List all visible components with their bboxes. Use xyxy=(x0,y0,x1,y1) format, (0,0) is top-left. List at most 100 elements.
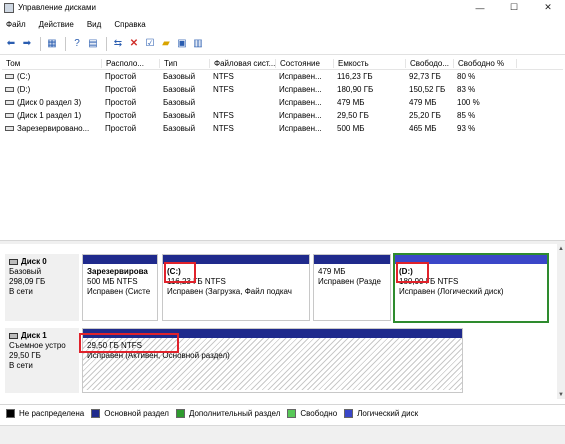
back-arrow-icon[interactable]: ⬅ xyxy=(4,37,18,51)
disk-0-label[interactable]: Диск 0 Базовый 298,09 ГБ В сети xyxy=(5,254,79,321)
toolbar: ⬅ ➡ ▦ ? ▤ ⇆ ✕ ☑ ▰ ▣ ▥ xyxy=(0,33,565,55)
layout-cell: Простой xyxy=(105,111,137,120)
legend-label: Дополнительный раздел xyxy=(188,409,281,418)
status-cell: Исправен... xyxy=(279,72,322,81)
type-cell: Базовый xyxy=(163,72,196,81)
legend-swatch-free xyxy=(287,409,297,418)
column-header-layout[interactable]: Располо... xyxy=(102,58,160,68)
table-row[interactable]: (Диск 0 раздел 3) Простой Базовый Исправ… xyxy=(2,96,563,109)
refresh-icon[interactable]: ▥ xyxy=(191,37,205,51)
maximize-button[interactable]: ☐ xyxy=(497,0,531,15)
disk-type: Базовый xyxy=(9,267,42,276)
properties-icon[interactable]: ▤ xyxy=(86,37,100,51)
minimize-button[interactable]: — xyxy=(463,0,497,15)
help-icon[interactable]: ? xyxy=(70,37,84,51)
layout-cell: Простой xyxy=(105,124,137,133)
menu-file[interactable]: Файл xyxy=(6,20,26,29)
filesystem-cell: NTFS xyxy=(213,85,234,94)
console-view-icon[interactable]: ▦ xyxy=(45,37,59,51)
column-header-capacity[interactable]: Емкость xyxy=(334,58,406,68)
disk-1-label[interactable]: Диск 1 Съемное устро 29,50 ГБ В сети xyxy=(5,328,79,393)
scroll-up-icon[interactable]: ▲ xyxy=(557,244,565,253)
explore-icon[interactable]: ▣ xyxy=(175,37,189,51)
delete-icon[interactable]: ✕ xyxy=(127,37,141,51)
legend-label: Основной раздел xyxy=(104,409,169,418)
legend-swatch-logical xyxy=(344,409,354,418)
volume-icon xyxy=(5,100,14,106)
legend-item: Свободно xyxy=(287,409,337,418)
free-cell: 465 МБ xyxy=(409,124,437,133)
disk-status: В сети xyxy=(9,361,33,370)
table-row[interactable]: (Диск 1 раздел 1) Простой Базовый NTFS И… xyxy=(2,109,563,122)
free-percent-cell: 93 % xyxy=(457,124,476,133)
status-cell: Исправен... xyxy=(279,98,322,107)
close-button[interactable]: ✕ xyxy=(531,0,565,15)
column-header-free[interactable]: Свободо... xyxy=(406,58,454,68)
primary-partition-bar xyxy=(314,255,390,264)
highlight-box-c xyxy=(164,262,196,283)
free-cell: 25,20 ГБ xyxy=(409,111,441,120)
volume-icon xyxy=(5,74,14,80)
volume-name: (Диск 1 раздел 1) xyxy=(17,111,82,120)
volume-icon xyxy=(5,126,14,132)
legend-label: Свободно xyxy=(300,409,338,418)
legend-label: Логический диск xyxy=(357,409,419,418)
partition-size: 479 МБ xyxy=(318,267,346,276)
volume-table: Том Располо... Тип Файловая сист... Сост… xyxy=(2,57,563,135)
partition-disk0-3[interactable]: 479 МБ Исправен (Разде xyxy=(313,254,391,321)
forward-arrow-icon[interactable]: ➡ xyxy=(20,37,34,51)
toolbar-separator xyxy=(106,36,107,51)
legend-item: Дополнительный раздел xyxy=(175,409,281,418)
type-cell: Базовый xyxy=(163,124,196,133)
disk-graphical-view: Диск 0 Базовый 298,09 ГБ В сети Зарезерв… xyxy=(0,244,557,394)
table-header: Том Располо... Тип Файловая сист... Сост… xyxy=(2,57,563,70)
free-cell: 479 МБ xyxy=(409,98,437,107)
filesystem-cell: NTFS xyxy=(213,72,234,81)
primary-partition-bar xyxy=(83,255,157,264)
connect-drive-icon[interactable]: ⇆ xyxy=(111,37,125,51)
legend-item: Не распределена xyxy=(6,409,84,418)
legend-label: Не распределена xyxy=(19,409,85,418)
toolbar-separator xyxy=(65,36,66,51)
column-header-type[interactable]: Тип xyxy=(160,58,210,68)
menu-view[interactable]: Вид xyxy=(87,20,101,29)
column-header-status[interactable]: Состояние xyxy=(276,58,334,68)
table-row[interactable]: Зарезервировано... Простой Базовый NTFS … xyxy=(2,122,563,135)
volume-icon xyxy=(5,113,14,119)
toolbar-separator xyxy=(40,36,41,51)
highlight-box-d xyxy=(396,262,429,283)
type-cell: Базовый xyxy=(163,85,196,94)
partition-title: Зарезервирова xyxy=(87,267,148,276)
volume-cell: (Диск 1 раздел 1) xyxy=(2,111,102,120)
type-cell: Базовый xyxy=(163,98,196,107)
legend-item: Основной раздел xyxy=(91,409,169,418)
legend-swatch-extended xyxy=(175,409,185,418)
table-row[interactable]: (C:) Простой Базовый NTFS Исправен... 11… xyxy=(2,70,563,83)
title-bar: Управление дисками — ☐ ✕ xyxy=(0,0,565,15)
open-folder-icon[interactable]: ▰ xyxy=(159,37,173,51)
capacity-cell: 180,90 ГБ xyxy=(337,85,374,94)
disk-name: Диск 0 xyxy=(21,257,47,266)
disk-icon xyxy=(9,258,18,265)
volume-cell: (Диск 0 раздел 3) xyxy=(2,98,102,107)
table-row[interactable]: (D:) Простой Базовый NTFS Исправен... 18… xyxy=(2,83,563,96)
volume-cell: Зарезервировано... xyxy=(2,124,102,133)
partition-reserved[interactable]: Зарезервирова 500 МБ NTFS Исправен (Сист… xyxy=(82,254,158,321)
menu-help[interactable]: Справка xyxy=(114,20,145,29)
volume-name: (Диск 0 раздел 3) xyxy=(17,98,82,107)
menu-bar: Файл Действие Вид Справка xyxy=(0,15,565,33)
partition-status: Исправен (Логический диск) xyxy=(399,287,504,296)
capacity-cell: 116,23 ГБ xyxy=(337,72,373,81)
disk-icon xyxy=(9,332,18,339)
column-header-free-percent[interactable]: Свободно % xyxy=(454,58,517,68)
scroll-down-icon[interactable]: ▼ xyxy=(557,390,565,399)
volume-name: Зарезервировано... xyxy=(17,124,90,133)
filesystem-cell: NTFS xyxy=(213,124,234,133)
menu-action[interactable]: Действие xyxy=(39,20,74,29)
column-header-filesystem[interactable]: Файловая сист... xyxy=(210,58,276,68)
window-title: Управление дисками xyxy=(18,3,96,12)
check-icon[interactable]: ☑ xyxy=(143,37,157,51)
column-header-volume[interactable]: Том xyxy=(2,58,102,68)
vertical-scrollbar[interactable]: ▲ ▼ xyxy=(557,244,565,399)
free-percent-cell: 85 % xyxy=(457,111,476,120)
